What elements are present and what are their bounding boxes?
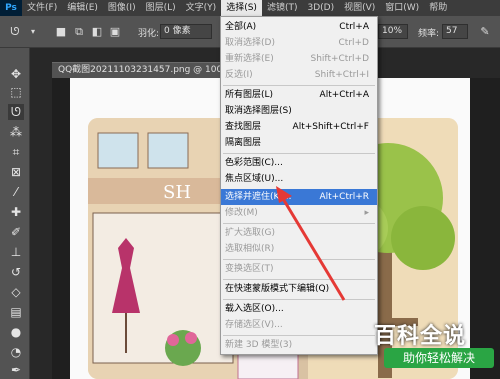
watermark-subtitle: 助你轻松解决 xyxy=(384,348,494,368)
watermark-title: 百科全说 xyxy=(374,324,467,349)
watermark: 百科全说 助你轻松解决 xyxy=(370,318,498,374)
arrow-shaft xyxy=(280,196,346,301)
